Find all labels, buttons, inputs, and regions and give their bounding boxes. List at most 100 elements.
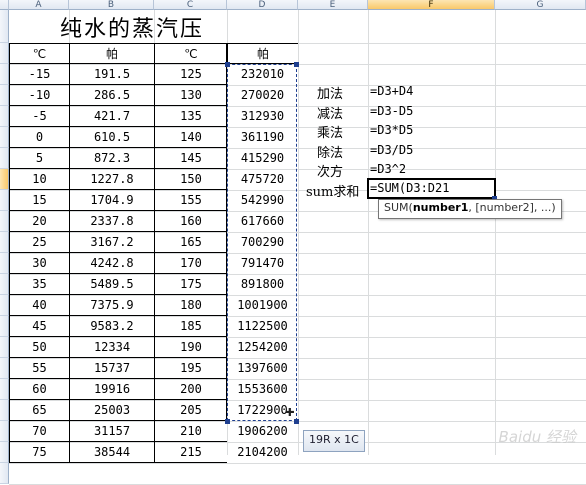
table-cell[interactable]: 125 xyxy=(154,64,227,85)
row-header[interactable] xyxy=(0,148,9,169)
row-header[interactable] xyxy=(0,400,9,421)
table-cell[interactable]: 35 xyxy=(9,274,69,295)
table-cell[interactable]: 5489.5 xyxy=(69,274,154,295)
row-header[interactable] xyxy=(0,421,9,442)
table-cell[interactable]: 3167.2 xyxy=(69,232,154,253)
table-cell[interactable]: 270020 xyxy=(227,85,298,106)
table-cell[interactable]: 135 xyxy=(154,106,227,127)
table-cell[interactable]: 210 xyxy=(154,421,227,442)
table-cell[interactable]: 25 xyxy=(9,232,69,253)
table-cell[interactable]: 160 xyxy=(154,211,227,232)
table-cell[interactable]: 421.7 xyxy=(69,106,154,127)
table-cell[interactable]: 130 xyxy=(154,85,227,106)
table-cell[interactable]: 10 xyxy=(9,169,69,190)
table-cell[interactable]: 175 xyxy=(154,274,227,295)
table-cell[interactable]: 180 xyxy=(154,295,227,316)
row-header[interactable] xyxy=(0,253,9,274)
range-handle-bottom-left[interactable] xyxy=(225,419,230,424)
row-header[interactable] xyxy=(0,85,9,106)
table-cell[interactable]: 165 xyxy=(154,232,227,253)
table-cell[interactable]: 1254200 xyxy=(227,337,298,358)
table-cell[interactable]: 1122500 xyxy=(227,316,298,337)
column-header-e[interactable]: E xyxy=(298,0,368,10)
table-cell[interactable]: 5 xyxy=(9,148,69,169)
range-handle-top-left[interactable] xyxy=(225,62,230,67)
table-cell[interactable]: 312930 xyxy=(227,106,298,127)
row-header[interactable] xyxy=(0,442,9,463)
operation-formula[interactable]: =D3-D5 xyxy=(370,104,413,118)
row-header[interactable] xyxy=(0,106,9,127)
table-cell[interactable]: 700290 xyxy=(227,232,298,253)
table-cell[interactable]: 4242.8 xyxy=(69,253,154,274)
row-header[interactable] xyxy=(0,232,9,253)
table-cell[interactable]: 610.5 xyxy=(69,127,154,148)
operation-formula[interactable]: =D3/D5 xyxy=(370,143,413,157)
table-cell[interactable]: 20 xyxy=(9,211,69,232)
operation-formula[interactable]: =D3+D4 xyxy=(370,84,413,98)
table-cell[interactable]: 1906200 xyxy=(227,421,298,442)
table-cell[interactable]: 15 xyxy=(9,190,69,211)
row-header[interactable] xyxy=(0,43,9,64)
row-header[interactable] xyxy=(0,10,9,43)
table-cell[interactable]: 415290 xyxy=(227,148,298,169)
table-cell[interactable]: -5 xyxy=(9,106,69,127)
table-cell[interactable]: 145 xyxy=(154,148,227,169)
table-cell[interactable]: 55 xyxy=(9,358,69,379)
row-header[interactable] xyxy=(0,211,9,232)
operation-label[interactable]: 次方 xyxy=(317,161,343,180)
operation-label[interactable]: 乘法 xyxy=(317,122,343,141)
table-header-cell[interactable]: ℃ xyxy=(154,43,227,64)
table-cell[interactable]: 190 xyxy=(154,337,227,358)
column-header-d[interactable]: D xyxy=(227,0,298,10)
table-cell[interactable]: 70 xyxy=(9,421,69,442)
table-cell[interactable]: 791470 xyxy=(227,253,298,274)
table-cell[interactable]: 1001900 xyxy=(227,295,298,316)
table-cell[interactable]: 475720 xyxy=(227,169,298,190)
table-header-cell[interactable]: ℃ xyxy=(9,43,69,64)
table-cell[interactable]: 38544 xyxy=(69,442,154,463)
row-header[interactable] xyxy=(0,64,9,85)
table-cell[interactable]: 872.3 xyxy=(69,148,154,169)
column-header-a[interactable]: A xyxy=(9,0,69,10)
table-cell[interactable]: 1704.9 xyxy=(69,190,154,211)
row-header[interactable] xyxy=(0,316,9,337)
row-header[interactable] xyxy=(0,463,9,484)
table-cell[interactable]: 286.5 xyxy=(69,85,154,106)
table-cell[interactable]: 75 xyxy=(9,442,69,463)
table-cell[interactable]: 200 xyxy=(154,379,227,400)
row-header[interactable] xyxy=(0,127,9,148)
column-header-c[interactable]: C xyxy=(154,0,227,10)
row-header[interactable] xyxy=(0,190,9,211)
table-cell[interactable]: 361190 xyxy=(227,127,298,148)
table-cell[interactable]: 191.5 xyxy=(69,64,154,85)
table-cell[interactable]: 9583.2 xyxy=(69,316,154,337)
table-cell[interactable]: 891800 xyxy=(227,274,298,295)
table-cell[interactable]: 185 xyxy=(154,316,227,337)
row-header[interactable] xyxy=(0,337,9,358)
operation-label[interactable]: sum求和 xyxy=(306,181,359,200)
row-header[interactable] xyxy=(0,358,9,379)
table-cell[interactable]: 1227.8 xyxy=(69,169,154,190)
table-cell[interactable]: 617660 xyxy=(227,211,298,232)
table-cell[interactable]: 0 xyxy=(9,127,69,148)
table-cell[interactable]: 215 xyxy=(154,442,227,463)
column-header-g[interactable]: G xyxy=(495,0,586,10)
row-header[interactable] xyxy=(0,295,9,316)
column-header-b[interactable]: B xyxy=(69,0,154,10)
range-handle-top-right[interactable] xyxy=(294,62,299,67)
table-header-cell[interactable]: 帕 xyxy=(69,43,154,64)
table-cell[interactable]: -15 xyxy=(9,64,69,85)
table-cell[interactable]: 2337.8 xyxy=(69,211,154,232)
table-cell[interactable]: 30 xyxy=(9,253,69,274)
table-cell[interactable]: 31157 xyxy=(69,421,154,442)
table-cell[interactable]: 150 xyxy=(154,169,227,190)
operation-label[interactable]: 除法 xyxy=(317,142,343,161)
table-cell[interactable]: 60 xyxy=(9,379,69,400)
table-cell[interactable]: 1553600 xyxy=(227,379,298,400)
column-header-f[interactable]: F xyxy=(368,0,495,10)
table-cell[interactable]: 40 xyxy=(9,295,69,316)
table-cell[interactable]: 15737 xyxy=(69,358,154,379)
table-cell[interactable]: 2104200 xyxy=(227,442,298,463)
table-cell[interactable]: 45 xyxy=(9,316,69,337)
operation-formula[interactable]: =D3*D5 xyxy=(370,123,413,137)
